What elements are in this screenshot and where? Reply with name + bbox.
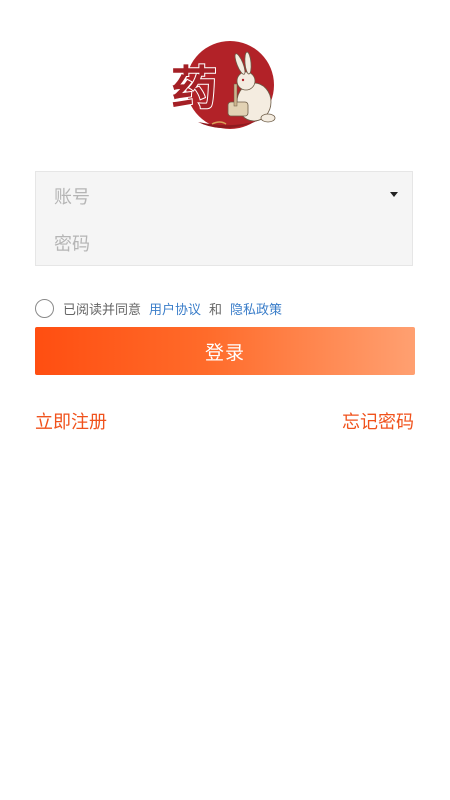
agreement-row: 已阅读并同意 用户协议 和 隐私政策 [35, 297, 282, 319]
user-agreement-link[interactable]: 用户协议 [149, 299, 201, 318]
password-input[interactable] [54, 229, 394, 259]
medicine-rabbit-logo-icon: 药 [170, 41, 276, 129]
account-dropdown-icon[interactable] [390, 192, 398, 197]
agreement-conjunction: 和 [209, 302, 223, 318]
forgot-password-link[interactable]: 忘记密码 [342, 408, 414, 434]
logo-glyph: 药 [171, 61, 217, 115]
login-page: 药 已阅读并同意 用户协议 和 隐私政策 登录 立即注册 忘记密码 [0, 0, 450, 800]
app-logo: 药 [168, 40, 282, 134]
login-form [35, 171, 413, 266]
login-button[interactable]: 登录 [35, 327, 415, 375]
account-input[interactable] [54, 182, 372, 212]
agreement-checkbox[interactable] [35, 298, 54, 318]
agreement-prefix: 已阅读并同意 [63, 302, 142, 318]
privacy-policy-link[interactable]: 隐私政策 [230, 299, 282, 318]
register-link[interactable]: 立即注册 [35, 408, 107, 434]
